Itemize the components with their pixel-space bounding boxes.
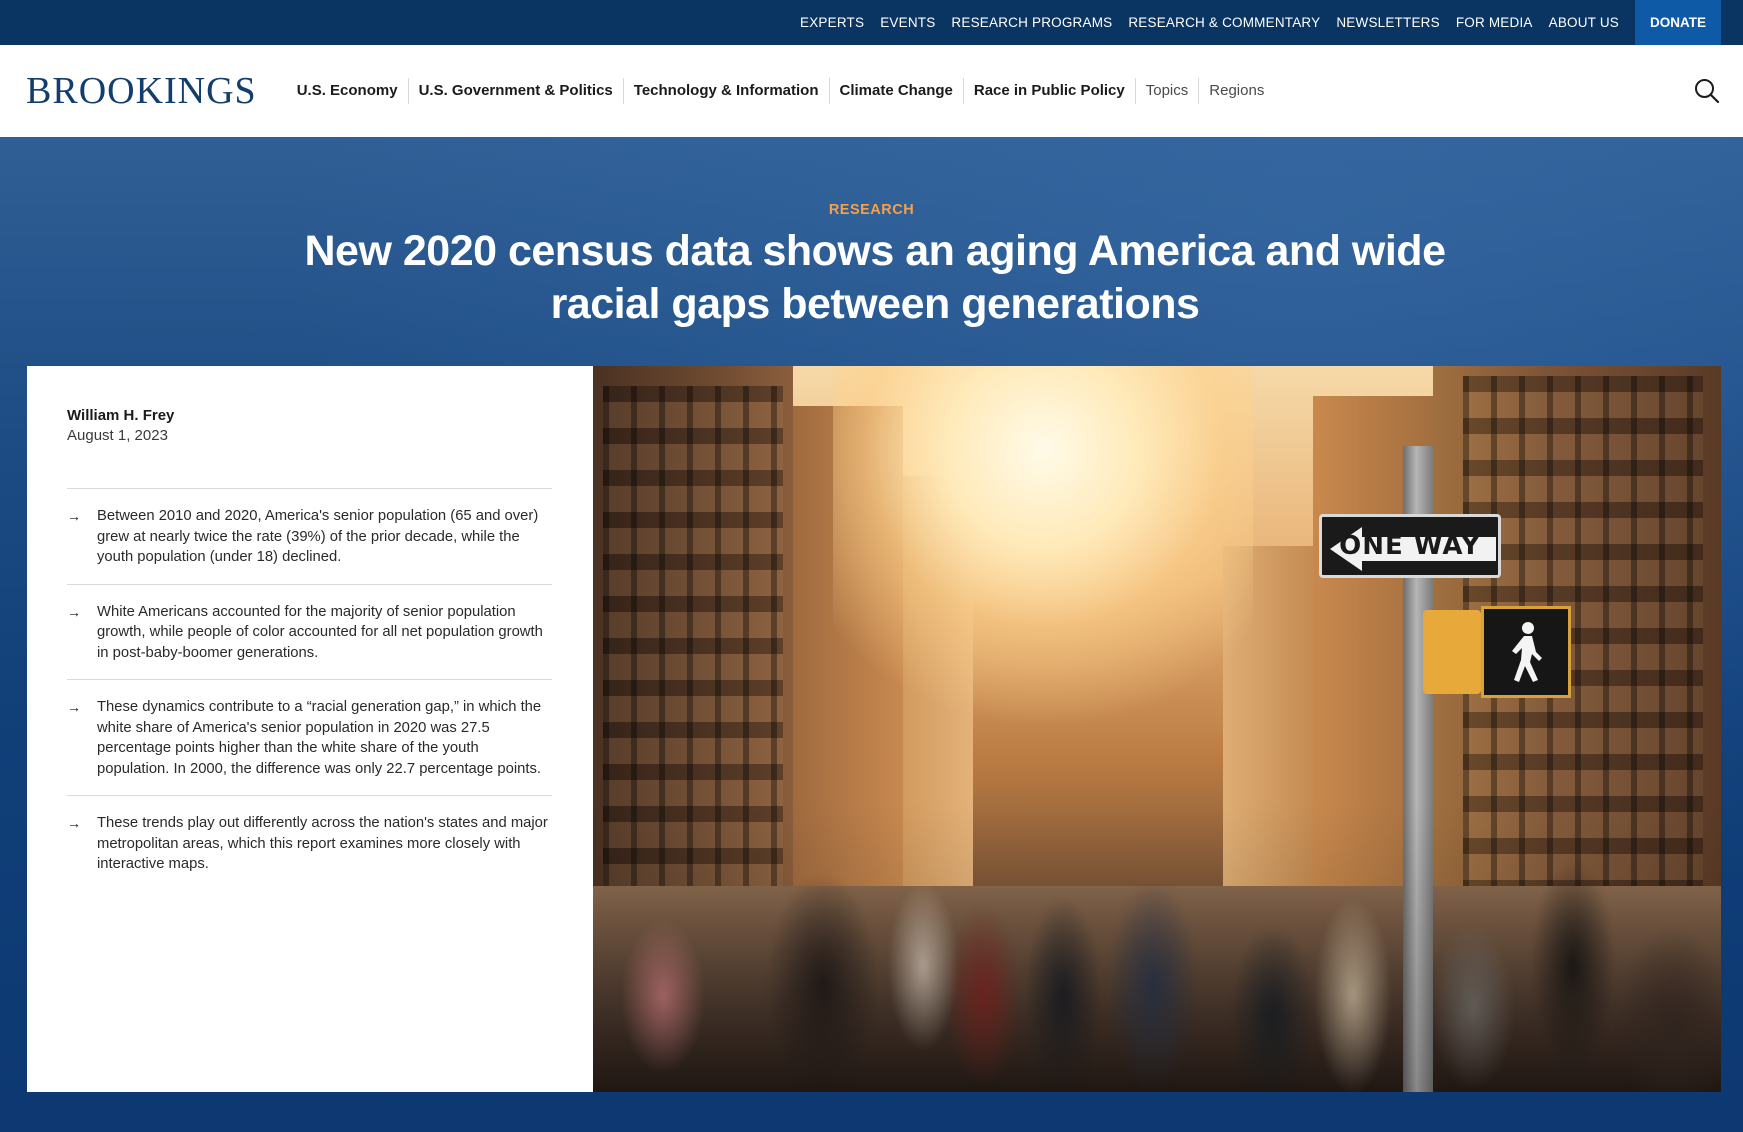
- takeaway-text: These dynamics contribute to a “racial g…: [97, 699, 542, 777]
- nav-item-climate-change[interactable]: Climate Change: [830, 78, 964, 104]
- utility-link-newsletters[interactable]: NEWSLETTERS: [1328, 15, 1447, 30]
- article-kicker[interactable]: RESEARCH: [0, 202, 1743, 218]
- nav-items: U.S. Economy U.S. Government & Politics …: [287, 78, 1275, 104]
- photo-vignette: [593, 366, 1721, 1092]
- utility-links: EXPERTS EVENTS RESEARCH PROGRAMS RESEARC…: [792, 0, 1743, 45]
- main-nav: BROOKINGS U.S. Economy U.S. Government &…: [0, 45, 1743, 137]
- takeaway-item: → Between 2010 and 2020, America's senio…: [67, 488, 552, 584]
- summary-card: William H. Frey August 1, 2023 → Between…: [27, 366, 593, 1092]
- key-takeaways: → Between 2010 and 2020, America's senio…: [67, 488, 552, 891]
- nav-item-topics[interactable]: Topics: [1136, 78, 1200, 104]
- one-way-text: ONE WAY: [1339, 531, 1481, 561]
- takeaway-item: → White Americans accounted for the majo…: [67, 583, 552, 680]
- search-icon[interactable]: [1693, 77, 1721, 105]
- author-name[interactable]: William H. Frey: [67, 406, 553, 426]
- arrow-right-icon: →: [67, 815, 81, 831]
- takeaway-text: These trends play out differently across…: [97, 815, 548, 872]
- arrow-right-icon: →: [67, 603, 81, 620]
- utility-bar: EXPERTS EVENTS RESEARCH PROGRAMS RESEARC…: [0, 0, 1743, 45]
- nav-item-regions[interactable]: Regions: [1199, 78, 1274, 104]
- donate-button[interactable]: DONATE: [1635, 0, 1721, 45]
- arrow-right-icon: →: [67, 508, 81, 524]
- takeaway-text: Between 2010 and 2020, America's senior …: [97, 508, 539, 565]
- takeaway-text: White Americans accounted for the majori…: [97, 603, 543, 661]
- nav-item-race-in-public-policy[interactable]: Race in Public Policy: [964, 78, 1136, 104]
- publish-date: August 1, 2023: [67, 427, 168, 444]
- utility-link-experts[interactable]: EXPERTS: [792, 15, 872, 30]
- hero-photo: ONE WAY: [593, 366, 1721, 1092]
- takeaway-item: → These trends play out differently acro…: [67, 795, 552, 891]
- article-headline: New 2020 census data shows an aging Amer…: [304, 227, 1446, 328]
- utility-link-research-programs[interactable]: RESEARCH PROGRAMS: [943, 15, 1120, 30]
- nav-item-us-economy[interactable]: U.S. Economy: [287, 78, 409, 104]
- nav-item-technology-information[interactable]: Technology & Information: [624, 78, 830, 104]
- brookings-logo[interactable]: BROOKINGS: [26, 72, 257, 110]
- utility-link-events[interactable]: EVENTS: [872, 15, 943, 30]
- utility-link-about-us[interactable]: ABOUT US: [1541, 15, 1627, 30]
- arrow-right-icon: →: [67, 699, 81, 715]
- nav-item-us-government-politics[interactable]: U.S. Government & Politics: [409, 78, 624, 104]
- utility-link-for-media[interactable]: FOR MEDIA: [1448, 15, 1541, 30]
- utility-link-research-commentary[interactable]: RESEARCH & COMMENTARY: [1120, 15, 1328, 30]
- takeaway-item: → These dynamics contribute to a “racial…: [67, 679, 552, 795]
